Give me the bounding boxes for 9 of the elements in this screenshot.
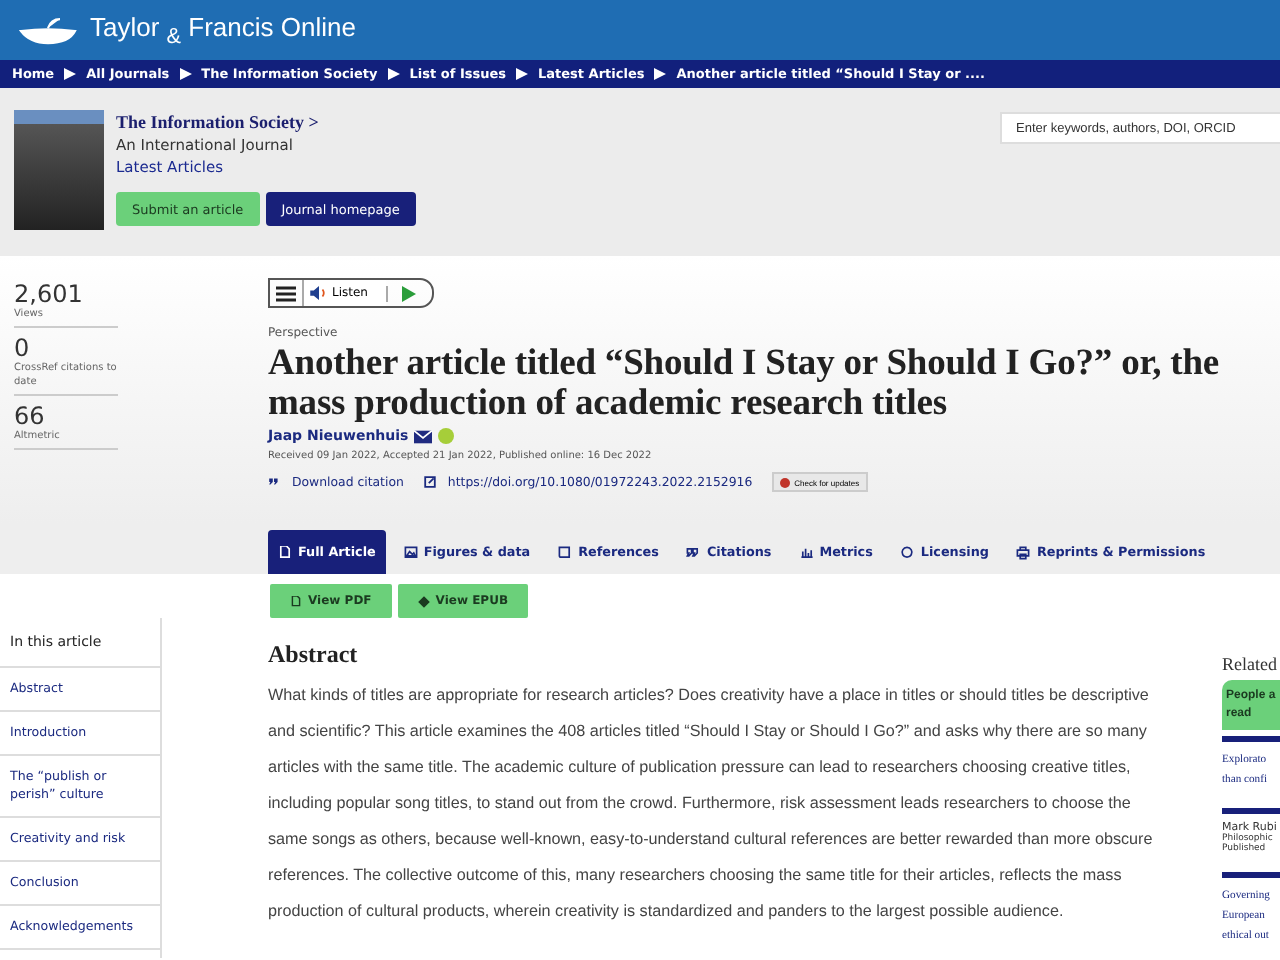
metric-value: 66 <box>14 402 47 430</box>
article-title: Another article titled “Should I Stay or Should I Go?” or, the mass production of academic research titles <box>268 344 1222 424</box>
section-heading: Abstract <box>268 640 360 670</box>
metric-value: 2,601 <box>14 280 85 308</box>
abstract-paragraph: What kinds of titles are appropriate for research articles? Does creativity have a place in titles or should titles be descriptive and scientific? This article examines the 408 articles titled “Should I Stay or Should I Go?” and asks why there are so many articles with the same title. The academic culture of publication pressure can lead to researchers choosing creative titles, including popular song titles, to stand out from the crowd. Furthermore, risk assessment leads researchers to choose the same songs as others, because well-known, easy-to-understand cultural references are better rewarded than more obscure references. The collective outcome of this, many researchers choosing the same title for their articles, reflects the mass production of cultural products, wherein creativity is standardized and panders to the largest possible audience. <box>268 684 1155 924</box>
related-heading: Related <box>1222 654 1279 674</box>
metric-value: 0 <box>14 334 32 362</box>
site-logo-text[interactable]: Taylor $_{&}$ Francis Online <box>90 11 356 49</box>
journal-title-link[interactable]: The Information Society > <box>116 112 416 132</box>
